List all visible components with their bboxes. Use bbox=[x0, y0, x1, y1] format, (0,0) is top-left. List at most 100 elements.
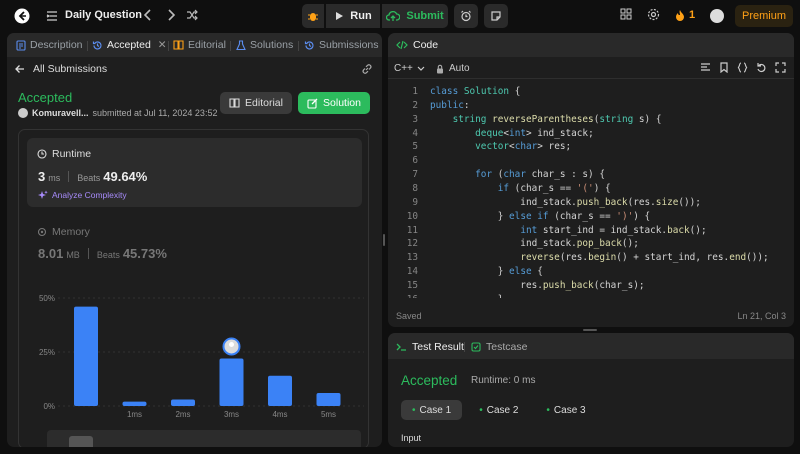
line-number: 11 bbox=[406, 224, 418, 236]
close-tab-icon[interactable]: ✕ bbox=[158, 39, 167, 51]
next-problem-icon[interactable] bbox=[166, 9, 176, 21]
runtime-value: 3 bbox=[38, 169, 46, 184]
braces-icon[interactable] bbox=[737, 62, 748, 73]
user-avatar[interactable] bbox=[710, 9, 724, 23]
arrow-left-icon bbox=[15, 65, 24, 73]
leetcode-logo-icon[interactable] bbox=[14, 8, 30, 24]
language-select[interactable]: C++ bbox=[394, 63, 425, 74]
debug-button[interactable] bbox=[302, 4, 324, 28]
runtime-header: Runtime bbox=[37, 148, 91, 160]
chart-bar[interactable] bbox=[171, 399, 195, 406]
horizontal-resize-handle[interactable] bbox=[583, 329, 597, 331]
language-label: C++ bbox=[394, 63, 413, 74]
runtime-beats-label: Beats bbox=[77, 173, 101, 183]
analyze-complexity-link[interactable]: Analyze Complexity bbox=[38, 190, 127, 200]
copy-link-icon[interactable] bbox=[361, 63, 373, 75]
line-number: 5 bbox=[412, 141, 418, 153]
tab-testcase[interactable]: Testcase bbox=[471, 341, 527, 353]
code-panel: Code C++ Auto 1 class Solution {2 public: 3… bbox=[388, 33, 794, 327]
user-avatar[interactable] bbox=[18, 108, 28, 118]
code-line: for (char char_s : s) { bbox=[475, 169, 605, 181]
tab-submissions-label: Submissions bbox=[319, 39, 379, 51]
tab-description[interactable]: Description bbox=[16, 39, 83, 51]
case-tab-3[interactable]: • Case 3 bbox=[535, 400, 596, 420]
all-submissions-link[interactable]: All Submissions bbox=[15, 63, 107, 75]
chart-range-slider[interactable] bbox=[47, 430, 361, 447]
editor-status-bar: Saved Ln 21, Col 3 bbox=[388, 309, 794, 327]
code-header: Code bbox=[388, 33, 794, 57]
line-number: 4 bbox=[412, 127, 418, 139]
line-number: 3 bbox=[412, 113, 418, 125]
line-number: 13 bbox=[406, 252, 418, 264]
chart-bar[interactable] bbox=[74, 306, 98, 406]
prev-problem-icon[interactable] bbox=[143, 9, 153, 21]
vertical-resize-handle[interactable] bbox=[383, 234, 385, 246]
tab-solutions[interactable]: Solutions bbox=[236, 39, 293, 51]
line-number: 16 bbox=[388, 294, 418, 298]
auto-mode-toggle[interactable]: Auto bbox=[436, 63, 470, 74]
chart-bar[interactable] bbox=[268, 375, 292, 406]
streak-counter[interactable]: 1 bbox=[675, 9, 695, 21]
line-number: 1 bbox=[412, 86, 418, 97]
editorial-button[interactable]: Editorial bbox=[220, 92, 292, 114]
save-status: Saved bbox=[396, 311, 422, 321]
tab-divider bbox=[87, 41, 88, 51]
chart-bar[interactable] bbox=[316, 393, 341, 406]
submit-button[interactable]: Submit bbox=[382, 4, 448, 28]
code-line: class Solution { bbox=[430, 86, 521, 97]
timer-button[interactable] bbox=[454, 4, 478, 28]
cloud-upload-icon bbox=[386, 10, 401, 21]
history-icon bbox=[92, 40, 102, 50]
case-tab-2[interactable]: • Case 2 bbox=[468, 400, 529, 420]
fullscreen-icon[interactable] bbox=[775, 62, 786, 73]
tab-submissions[interactable]: Submissions bbox=[304, 39, 379, 51]
sparkle-icon bbox=[38, 190, 48, 199]
editor-actions bbox=[700, 62, 786, 73]
x-tick-label: 2ms bbox=[175, 410, 190, 419]
problem-list-icon[interactable] bbox=[46, 10, 58, 22]
tab-accepted[interactable]: Accepted ✕ bbox=[92, 39, 167, 51]
document-icon bbox=[16, 39, 26, 51]
bookmark-icon[interactable] bbox=[719, 62, 729, 73]
chart-bar[interactable] bbox=[122, 401, 147, 406]
chevron-down-icon bbox=[417, 66, 425, 71]
memory-card[interactable]: Memory bbox=[37, 226, 90, 238]
run-controls: Run Submit bbox=[302, 4, 508, 28]
y-tick-label: 50% bbox=[39, 294, 55, 303]
chart-bar[interactable] bbox=[219, 358, 244, 406]
memory-unit: MB bbox=[66, 250, 80, 260]
memory-value: 8.01 bbox=[38, 246, 64, 261]
auto-mode-label: Auto bbox=[449, 63, 470, 74]
tab-test-result[interactable]: Test Result bbox=[396, 341, 464, 353]
top-bar: Daily Question Run Submit 1 Premium bbox=[0, 0, 800, 32]
problem-list-label[interactable]: Daily Question bbox=[65, 9, 142, 21]
slider-handle[interactable] bbox=[69, 436, 93, 447]
case-tab-1[interactable]: • Case 1 bbox=[401, 400, 463, 420]
format-icon[interactable] bbox=[700, 62, 711, 73]
tab-editorial[interactable]: Editorial bbox=[173, 39, 226, 51]
test-tab-bar: Test Result Testcase bbox=[388, 333, 794, 359]
clock-icon bbox=[37, 149, 47, 159]
run-button[interactable]: Run bbox=[326, 4, 380, 28]
premium-button[interactable]: Premium bbox=[735, 5, 793, 27]
settings-gear-icon[interactable] bbox=[647, 8, 660, 21]
editorial-button-label: Editorial bbox=[245, 97, 283, 109]
code-tab[interactable]: Code bbox=[396, 39, 438, 51]
y-tick-label: 25% bbox=[39, 348, 55, 357]
code-line: } else { bbox=[430, 266, 543, 278]
shuffle-icon[interactable] bbox=[186, 9, 198, 21]
submission-status: Accepted bbox=[18, 90, 73, 105]
tab-accepted-label: Accepted bbox=[107, 39, 151, 51]
solution-button[interactable]: Solution bbox=[298, 92, 370, 114]
memory-beats-label: Beats bbox=[96, 250, 120, 260]
line-number: 10 bbox=[406, 210, 418, 222]
notes-button[interactable] bbox=[484, 4, 508, 28]
y-tick-label: 0% bbox=[43, 402, 55, 411]
line-number: 2 bbox=[412, 99, 418, 111]
reset-icon[interactable] bbox=[756, 62, 767, 73]
code-editor[interactable]: 1 class Solution {2 public: 3 string revers… bbox=[388, 83, 794, 298]
layout-grid-icon[interactable] bbox=[620, 8, 632, 20]
username-link[interactable]: Komuravell... bbox=[32, 108, 89, 118]
code-line: if (char_s == '(') { bbox=[497, 182, 611, 194]
runtime-card[interactable]: Runtime 3 ms Beats 49.64% Analyze Comple… bbox=[27, 138, 362, 207]
